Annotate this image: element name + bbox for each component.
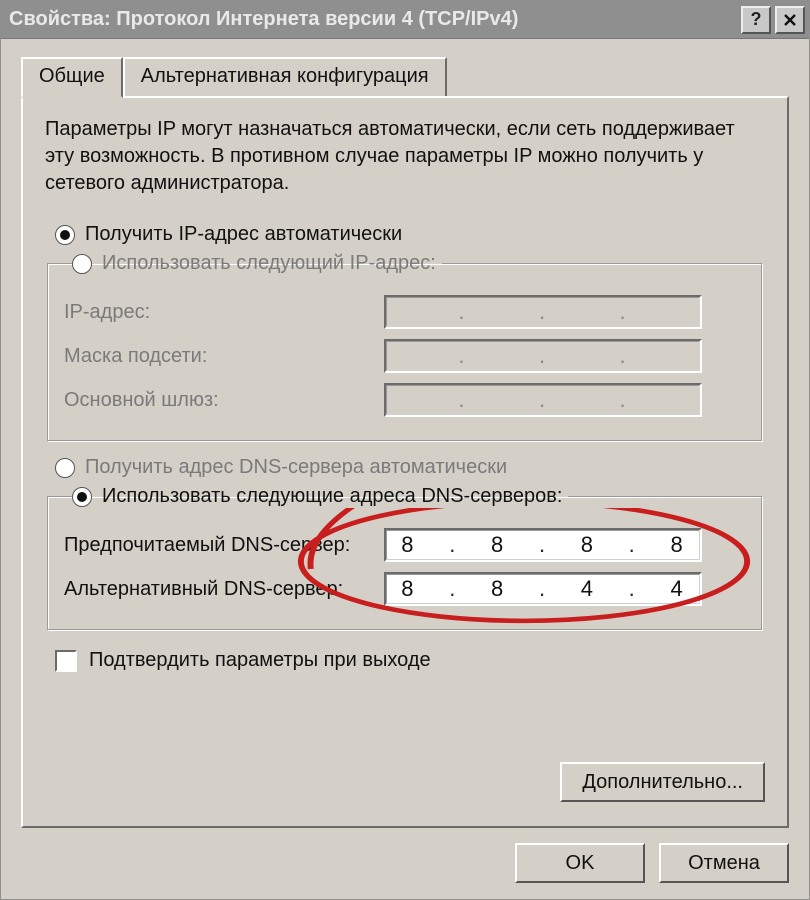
- pref-dns-label: Предпочитаемый DNS-сервер:: [64, 534, 384, 557]
- gateway-label: Основной шлюз:: [64, 389, 384, 412]
- close-button[interactable]: [775, 6, 805, 34]
- titlebar: Свойства: Протокол Интернета версии 4 (T…: [1, 1, 809, 39]
- help-button[interactable]: ?: [741, 6, 771, 34]
- ip-manual-group: Использовать следующий IP-адрес: IP-адре…: [47, 252, 763, 442]
- ip-address-label: IP-адрес:: [64, 301, 384, 324]
- radio-icon: [72, 487, 92, 507]
- pref-dns-input[interactable]: 8. 8. 8. 8: [384, 528, 702, 562]
- radio-ip-manual[interactable]: Использовать следующий IP-адрес:: [72, 252, 436, 275]
- client-area: Общие Альтернативная конфигурация Параме…: [1, 39, 809, 899]
- ip-address-input: ...: [384, 295, 702, 329]
- tab-general[interactable]: Общие: [21, 57, 123, 98]
- radio-ip-auto-label: Получить IP-адрес автоматически: [85, 223, 402, 246]
- tab-alt-config[interactable]: Альтернативная конфигурация: [123, 57, 447, 96]
- alt-dns-label: Альтернативный DNS-сервер:: [64, 578, 384, 601]
- radio-dns-manual-label: Использовать следующие адреса DNS-сервер…: [102, 485, 562, 508]
- radio-dns-auto[interactable]: Получить адрес DNS-сервера автоматически: [55, 456, 765, 479]
- radio-icon: [55, 458, 75, 478]
- radio-ip-manual-label: Использовать следующий IP-адрес:: [102, 252, 436, 275]
- alt-dns-input[interactable]: 8. 8. 4. 4: [384, 572, 702, 606]
- validate-checkbox[interactable]: [55, 650, 77, 672]
- subnet-mask-input: ...: [384, 339, 702, 373]
- close-icon: [783, 13, 797, 27]
- tabs-header: Общие Альтернативная конфигурация: [21, 57, 789, 96]
- tcpip-properties-dialog: Свойства: Протокол Интернета версии 4 (T…: [0, 0, 810, 900]
- subnet-mask-label: Маска подсети:: [64, 345, 384, 368]
- radio-dns-manual[interactable]: Использовать следующие адреса DNS-сервер…: [72, 485, 562, 508]
- radio-ip-auto[interactable]: Получить IP-адрес автоматически: [55, 223, 765, 246]
- radio-icon: [72, 254, 92, 274]
- dns-manual-group: Использовать следующие адреса DNS-сервер…: [47, 485, 763, 631]
- radio-icon: [55, 225, 75, 245]
- radio-dns-auto-label: Получить адрес DNS-сервера автоматически: [85, 456, 507, 479]
- gateway-input: ...: [384, 383, 702, 417]
- dialog-buttons: OK Отмена: [515, 843, 789, 883]
- tab-panel-general: Параметры IP могут назначаться автоматич…: [21, 96, 789, 828]
- ok-button[interactable]: OK: [515, 843, 645, 883]
- advanced-button[interactable]: Дополнительно...: [560, 762, 765, 802]
- description-text: Параметры IP могут назначаться автоматич…: [45, 116, 765, 197]
- cancel-button[interactable]: Отмена: [659, 843, 789, 883]
- window-title: Свойства: Протокол Интернета версии 4 (T…: [9, 8, 741, 31]
- validate-label: Подтвердить параметры при выходе: [89, 649, 431, 672]
- annotation-circle: [48, 508, 762, 630]
